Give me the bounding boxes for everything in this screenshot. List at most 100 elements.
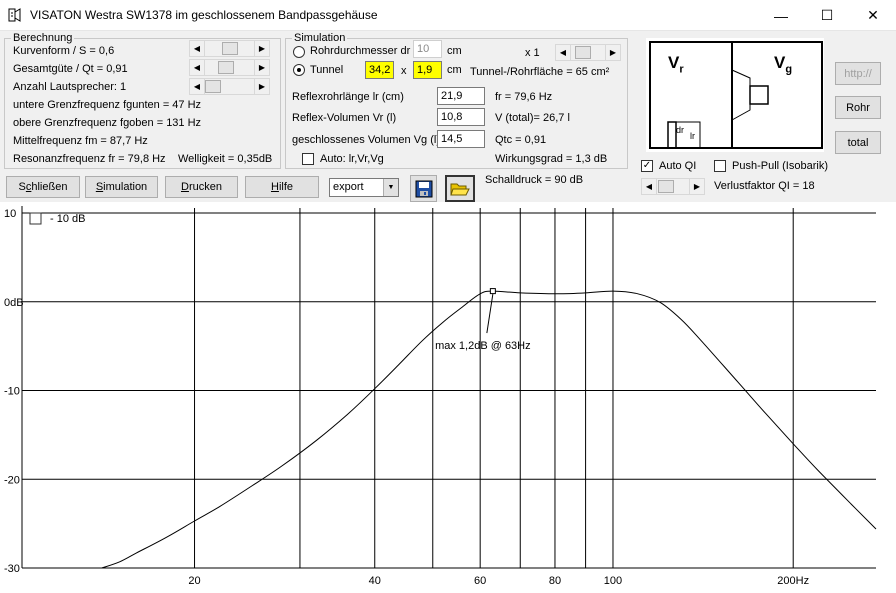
open-button[interactable]	[445, 175, 475, 202]
reflexlaenge-input[interactable]: 21,9	[437, 87, 485, 105]
arrow-right-icon[interactable]: ▶	[254, 60, 269, 75]
fr-label: Resonanzfrequenz fr = 79,8 Hz	[13, 153, 166, 165]
save-button[interactable]	[410, 175, 437, 202]
maximize-icon: ☐	[820, 7, 834, 23]
close-button[interactable]: ✕	[850, 0, 896, 31]
fm-label: Mittelfrequenz fm = 87,7 Hz	[13, 135, 148, 147]
minimize-icon: —	[774, 7, 788, 24]
vg-letter: V	[774, 53, 786, 72]
simulation-post: imulation	[103, 181, 148, 193]
tunnel-label: Tunnel	[310, 64, 344, 76]
drucken-post: rucken	[188, 181, 222, 193]
maximize-button[interactable]: ☐	[804, 0, 850, 31]
x-tick-label: 80	[549, 575, 561, 587]
slider-thumb[interactable]	[222, 42, 238, 55]
fgoben-label: obere Grenzfrequenz fgoben = 131 Hz	[13, 117, 202, 129]
floppy-disk-icon	[415, 180, 432, 197]
y-tick-label: -20	[4, 474, 20, 486]
guete-label: Gesamtgüte / Qt = 0,91	[13, 63, 128, 75]
arrow-right-icon[interactable]: ▶	[254, 79, 269, 94]
multiplier-slider[interactable]: ◀ ▶	[555, 44, 621, 61]
tunnel-width-input[interactable]: 34,2	[365, 61, 394, 79]
slider-thumb[interactable]	[658, 180, 674, 193]
vr-label: Reflex-Volumen Vr (l)	[292, 112, 397, 124]
minus10-checkbox[interactable]	[29, 212, 42, 225]
vr-diagram-label: Vr	[668, 54, 684, 78]
close-icon: ✕	[867, 7, 879, 23]
minimize-button[interactable]: —	[758, 0, 804, 31]
http-button[interactable]: http://	[835, 62, 881, 85]
vg-sub: g	[785, 63, 793, 76]
arrow-left-icon[interactable]: ◀	[190, 79, 205, 94]
qtc-label: Qtc = 0,91	[495, 134, 547, 146]
drucken-button[interactable]: Drucken	[165, 176, 238, 198]
simulation-mnemonic: S	[95, 181, 104, 193]
verlust-label: Verlustfaktor QI = 18	[714, 180, 815, 192]
rohr-button[interactable]: Rohr	[835, 96, 881, 119]
arrow-left-icon[interactable]: ◀	[190, 41, 205, 56]
total-button[interactable]: total	[835, 131, 881, 154]
minus10-label: - 10 dB	[50, 213, 85, 225]
autoql-checkbox[interactable]: ✓	[641, 160, 653, 172]
hilfe-post: ilfe	[278, 181, 293, 193]
arrow-right-icon[interactable]: ▶	[605, 45, 620, 60]
welligkeit-label: Welligkeit = 0,35dB	[178, 153, 273, 165]
pushpull-checkbox[interactable]	[714, 160, 726, 172]
chart-background	[0, 202, 896, 593]
auto-label: Auto: lr,Vr,Vg	[320, 153, 384, 165]
dropdown-arrow-icon[interactable]: ▼	[383, 179, 398, 196]
verlust-slider[interactable]: ◀ ▶	[641, 178, 705, 195]
arrow-left-icon[interactable]: ◀	[556, 45, 571, 60]
vg-label: geschlossenes Volumen Vg (l)	[292, 134, 440, 146]
vg-diagram-label: Vg	[774, 54, 792, 78]
slider-thumb[interactable]	[575, 46, 591, 59]
guete-slider[interactable]: ◀ ▶	[189, 59, 270, 76]
hilfe-button[interactable]: Hilfe	[245, 176, 319, 198]
export-value: export	[333, 181, 364, 193]
schliessen-post: hließen	[31, 181, 68, 193]
arrow-right-icon[interactable]: ▶	[689, 179, 704, 194]
vg-input[interactable]: 14,5	[437, 130, 485, 148]
export-select[interactable]: export ▼	[329, 178, 399, 197]
rohr-label: Rohrdurchmesser dr	[310, 45, 411, 57]
y-tick-label: -30	[4, 563, 20, 575]
vr-letter: V	[668, 53, 680, 72]
tunnel-radio[interactable]	[293, 64, 305, 76]
simulation-title: Simulation	[292, 32, 348, 44]
schliessen-pre: S	[18, 181, 26, 193]
x1-label: x 1	[525, 47, 540, 59]
kurvenform-slider[interactable]: ◀ ▶	[189, 40, 270, 57]
rohr-input[interactable]: 10	[413, 40, 442, 58]
auto-checkbox[interactable]	[302, 153, 314, 165]
dr-diagram-label: dr	[676, 125, 685, 135]
vr-sub: r	[679, 63, 684, 76]
checkmark-icon: ✓	[642, 160, 652, 171]
arrow-right-icon[interactable]: ▶	[254, 41, 269, 56]
rohr-radio[interactable]	[293, 46, 305, 58]
vr-input[interactable]: 10,8	[437, 108, 485, 126]
hilfe-mnemonic: H	[270, 181, 279, 193]
slider-thumb[interactable]	[218, 61, 234, 74]
tunnel-height-input[interactable]: 1,9	[413, 61, 442, 79]
y-tick-label: -10	[4, 386, 20, 398]
enclosure-diagram: Vr Vg dr lr	[646, 38, 824, 152]
x-tick-label: 20	[188, 575, 200, 587]
arrow-left-icon[interactable]: ◀	[190, 60, 205, 75]
wirkungsgrad-label: Wirkungsgrad = 1,3 dB	[495, 153, 608, 165]
x-tick-label: 100	[604, 575, 622, 587]
schliessen-button[interactable]: Sc hließen	[6, 176, 80, 198]
slider-thumb[interactable]	[205, 80, 221, 93]
lr-diagram-label: lr	[690, 131, 695, 141]
max-marker	[489, 288, 496, 295]
arrow-left-icon[interactable]: ◀	[642, 179, 657, 194]
folder-open-icon	[450, 183, 470, 195]
rohr-unit: cm	[447, 45, 462, 57]
anzahl-slider[interactable]: ◀ ▶	[189, 78, 270, 95]
kurvenform-label: Kurvenform / S = 0,6	[13, 45, 115, 57]
window-title: VISATON Westra SW1378 im geschlossenem B…	[30, 8, 378, 22]
berechnung-title: Berechnung	[11, 32, 75, 44]
app-icon	[8, 8, 21, 22]
x-tick-label: 200Hz	[777, 575, 809, 587]
simulation-button[interactable]: Simulation	[85, 176, 158, 198]
x-tick-label: 60	[474, 575, 486, 587]
